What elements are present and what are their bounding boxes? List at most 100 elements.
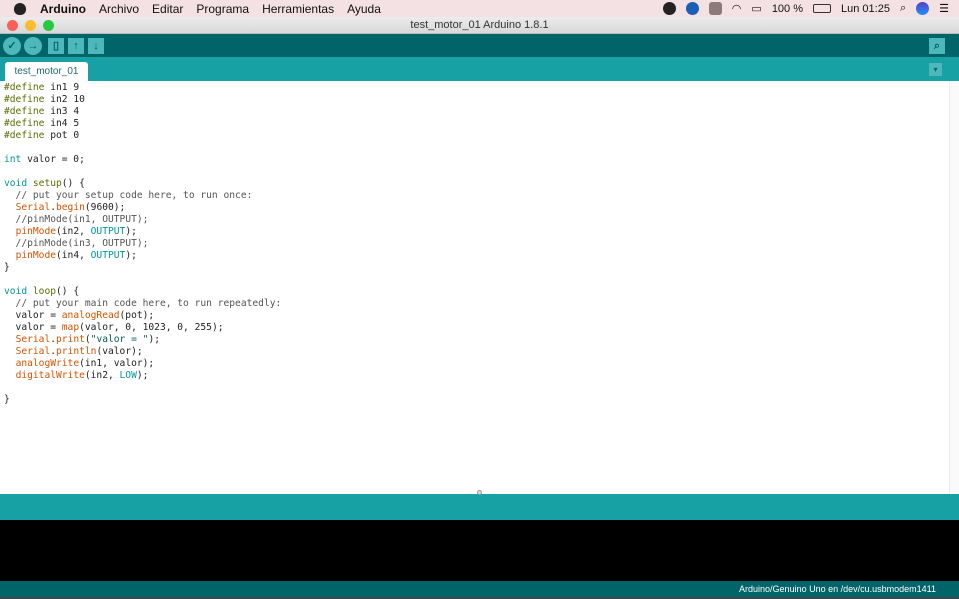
code-token: (in2, xyxy=(56,226,91,237)
code-token: #define xyxy=(4,82,45,93)
menu-herramientas[interactable]: Herramientas xyxy=(262,2,334,16)
drive-icon[interactable] xyxy=(708,2,722,15)
code-line[interactable]: int valor = 0; xyxy=(0,154,949,166)
apple-icon[interactable] xyxy=(14,2,26,15)
tab-bar: test_motor_01 ▾ xyxy=(0,57,959,81)
minimize-window-button[interactable] xyxy=(25,20,36,31)
code-line[interactable]: } xyxy=(0,394,949,406)
battery-percent[interactable]: 100 % xyxy=(772,3,803,15)
code-token: () { xyxy=(61,178,85,189)
code-token: map xyxy=(61,322,80,333)
creative-cloud-icon[interactable] xyxy=(662,2,676,15)
code-token: ); xyxy=(125,226,137,237)
upload-button[interactable]: → xyxy=(24,37,42,55)
code-line[interactable]: #define in1 9 xyxy=(0,82,949,94)
code-token: //pinMode(in1, OUTPUT); xyxy=(4,214,149,225)
code-token: analogWrite xyxy=(15,358,80,369)
code-token: loop xyxy=(32,286,56,297)
menu-archivo[interactable]: Archivo xyxy=(99,2,139,16)
window-title: test_motor_01 Arduino 1.8.1 xyxy=(410,19,549,31)
siri-icon[interactable] xyxy=(916,2,930,15)
code-token: void xyxy=(4,286,28,297)
new-sketch-button[interactable]: ▯ xyxy=(48,38,64,54)
macos-menubar: Arduino Archivo Editar Programa Herramie… xyxy=(0,0,959,17)
app-status-icon[interactable] xyxy=(685,2,699,15)
code-line[interactable]: pinMode(in2, OUTPUT); xyxy=(0,226,949,238)
code-line[interactable]: valor = map(valor, 0, 1023, 0, 255); xyxy=(0,322,949,334)
code-token: (valor); xyxy=(96,346,143,357)
code-token: digitalWrite xyxy=(15,370,85,381)
code-token: in1 9 xyxy=(44,82,80,93)
code-line[interactable]: #define in2 10 xyxy=(0,94,949,106)
code-line[interactable] xyxy=(0,274,949,286)
code-line[interactable]: // put your setup code here, to run once… xyxy=(0,190,949,202)
code-token: ); xyxy=(148,334,160,345)
menu-ayuda[interactable]: Ayuda xyxy=(347,2,381,16)
code-token: (in1, valor); xyxy=(79,358,155,369)
verify-button[interactable]: ✓ xyxy=(3,37,21,55)
code-token: (pot); xyxy=(119,310,155,321)
zoom-window-button[interactable] xyxy=(43,20,54,31)
code-line[interactable]: valor = analogRead(pot); xyxy=(0,310,949,322)
save-sketch-button[interactable]: ↓ xyxy=(88,38,104,54)
code-token: valor = 0; xyxy=(21,154,85,165)
code-line[interactable]: // put your main code here, to run repea… xyxy=(0,298,949,310)
code-line[interactable] xyxy=(0,142,949,154)
airplay-icon[interactable]: ▭ xyxy=(751,2,761,15)
code-line[interactable]: //pinMode(in3, OUTPUT); xyxy=(0,238,949,250)
code-token: LOW xyxy=(119,370,137,381)
code-line[interactable] xyxy=(0,166,949,178)
code-token: //pinMode(in3, OUTPUT); xyxy=(4,238,149,249)
code-line[interactable]: Serial.print("valor = "); xyxy=(0,334,949,346)
code-line[interactable] xyxy=(0,382,949,394)
code-line[interactable]: //pinMode(in1, OUTPUT); xyxy=(0,214,949,226)
code-token: () { xyxy=(56,286,80,297)
code-token: pinMode xyxy=(15,226,56,237)
code-token: valor = xyxy=(4,322,62,333)
code-token: ); xyxy=(136,370,149,381)
code-line[interactable]: #define pot 0 xyxy=(0,130,949,142)
code-token: #define xyxy=(4,106,45,117)
code-line[interactable]: void setup() { xyxy=(0,178,949,190)
board-status: Arduino/Genuino Uno en /dev/cu.usbmodem1… xyxy=(0,581,959,597)
tab-menu-button[interactable]: ▾ xyxy=(929,63,942,76)
code-line[interactable]: digitalWrite(in2, LOW); xyxy=(0,370,949,382)
serial-monitor-button[interactable]: ⌕ xyxy=(929,38,945,54)
code-line[interactable]: Serial.begin(9600); xyxy=(0,202,949,214)
code-token: in2 10 xyxy=(44,94,85,105)
code-token: pot 0 xyxy=(44,130,80,141)
splitter-handle[interactable] xyxy=(477,490,482,495)
notification-center-icon[interactable]: ☰ xyxy=(939,2,949,15)
code-line[interactable]: Serial.println(valor); xyxy=(0,346,949,358)
code-token: Serial xyxy=(15,346,51,357)
tab-test-motor-01[interactable]: test_motor_01 xyxy=(5,62,88,81)
code-line[interactable]: #define in3 4 xyxy=(0,106,949,118)
wifi-icon[interactable]: ◠ xyxy=(732,2,742,15)
code-editor[interactable]: #define in1 9 #define in2 10 #define in3 4… xyxy=(0,81,949,494)
editor-scrollbar[interactable] xyxy=(949,81,959,494)
clock[interactable]: Lun 01:25 xyxy=(841,3,890,15)
code-line[interactable]: void loop() { xyxy=(0,286,949,298)
code-token: ); xyxy=(125,250,137,261)
code-token: #define xyxy=(4,94,45,105)
spotlight-icon[interactable]: ⌕ xyxy=(900,2,906,15)
menu-editar[interactable]: Editar xyxy=(152,2,183,16)
open-sketch-button[interactable]: ↑ xyxy=(68,38,84,54)
editor-console-divider[interactable] xyxy=(0,490,959,520)
code-line[interactable]: analogWrite(in1, valor); xyxy=(0,358,949,370)
code-line[interactable]: #define in4 5 xyxy=(0,118,949,130)
code-token: Serial xyxy=(15,202,51,213)
code-line[interactable]: } xyxy=(0,262,949,274)
code-token: in4 5 xyxy=(44,118,80,129)
toolbar: ✓ → ▯ ↑ ↓ ⌕ xyxy=(0,34,959,57)
menu-app[interactable]: Arduino xyxy=(40,2,86,16)
menu-programa[interactable]: Programa xyxy=(196,2,249,16)
code-token: (in4, xyxy=(56,250,91,261)
code-token: // put your main code here, to run repea… xyxy=(4,298,282,309)
code-token: } xyxy=(4,262,10,273)
code-line[interactable]: pinMode(in4, OUTPUT); xyxy=(0,250,949,262)
close-window-button[interactable] xyxy=(7,20,18,31)
